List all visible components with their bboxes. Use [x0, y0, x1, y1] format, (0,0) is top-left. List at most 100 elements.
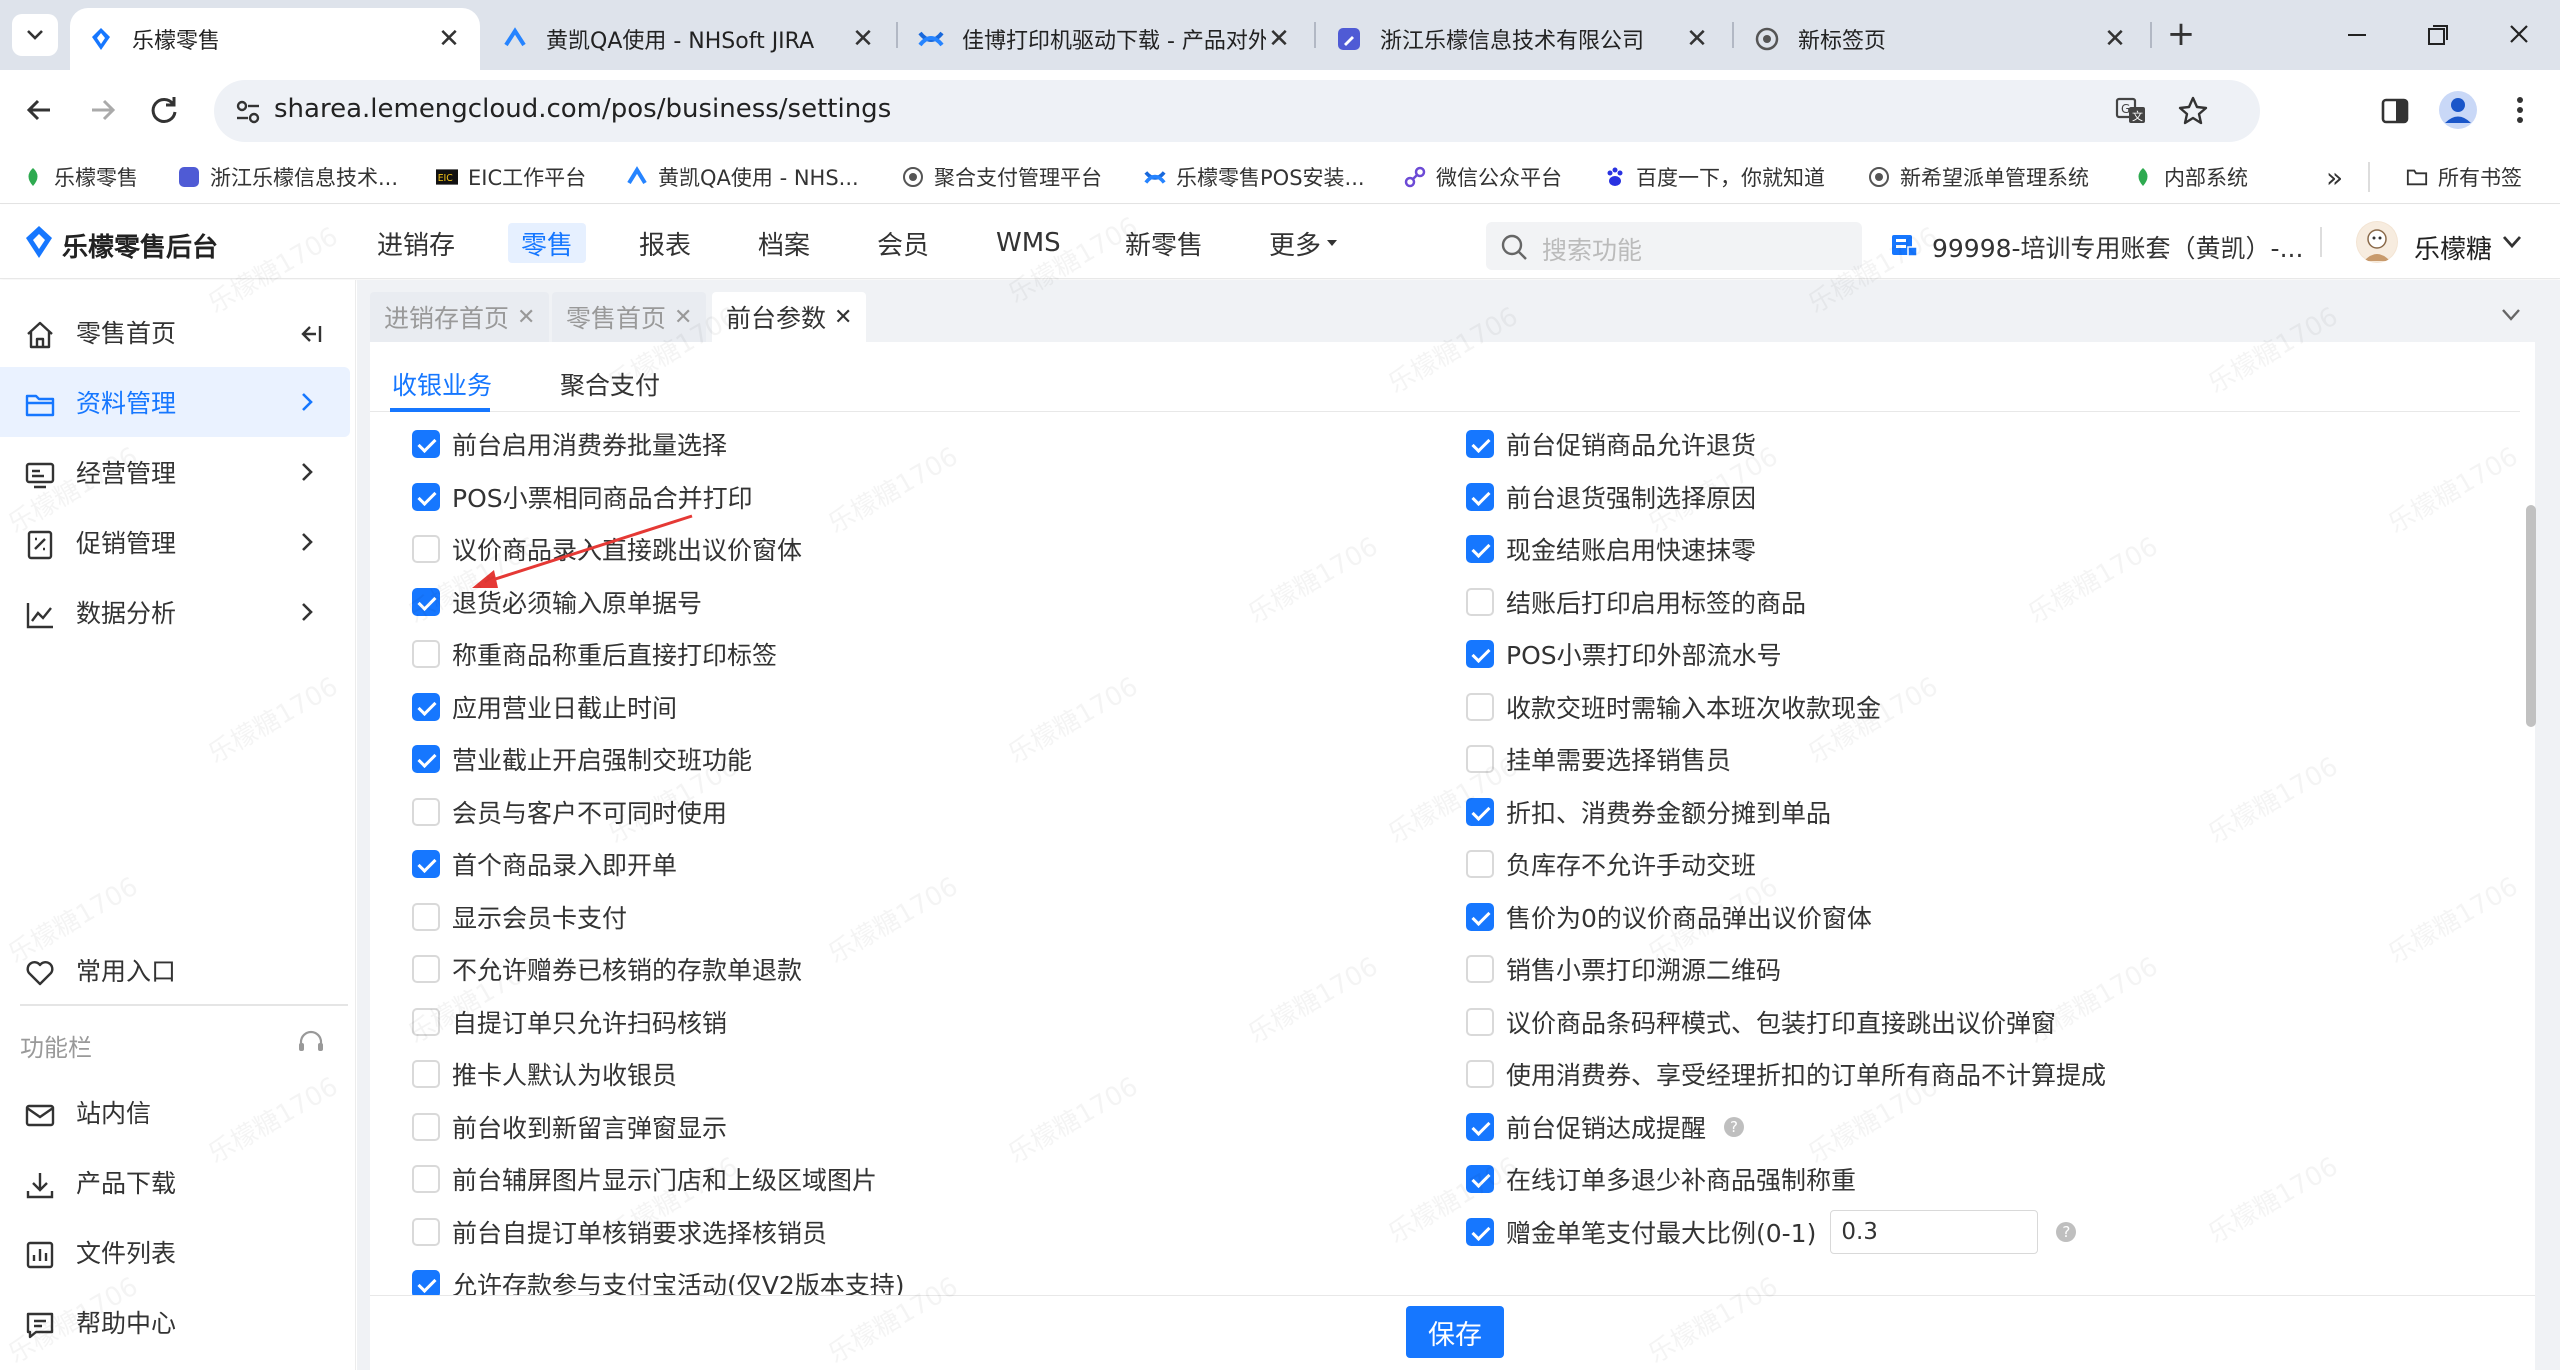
- checkbox-checked[interactable]: [1466, 640, 1494, 668]
- option-row[interactable]: 首个商品录入即开单: [412, 844, 677, 884]
- bookmark-wechat[interactable]: 微信公众平台: [1404, 158, 1562, 196]
- sidebar-item-retail-home[interactable]: 零售首页: [0, 297, 350, 367]
- user-avatar[interactable]: [2356, 221, 2398, 263]
- checkbox-unchecked[interactable]: [412, 535, 440, 563]
- translate-icon[interactable]: G文: [2114, 94, 2148, 128]
- checkbox-checked[interactable]: [1466, 430, 1494, 458]
- nav-archives[interactable]: 档案: [745, 223, 823, 263]
- tab-jira[interactable]: 黄凯QA使用 - NHSoft JIRA ✕: [484, 8, 894, 70]
- option-row[interactable]: 称重商品称重后直接打印标签: [412, 634, 777, 674]
- new-tab-button[interactable]: +: [2160, 14, 2202, 56]
- checkbox-checked[interactable]: [412, 1270, 440, 1298]
- tab-search-button[interactable]: [12, 14, 58, 56]
- option-row[interactable]: 自提订单只允许扫码核销: [412, 1002, 727, 1042]
- site-info-icon[interactable]: [234, 98, 262, 126]
- sidebar-tool-help[interactable]: 帮助中心: [0, 1287, 350, 1357]
- scrollbar-thumb[interactable]: [2526, 505, 2536, 727]
- option-row[interactable]: 议价商品条码秤模式、包装打印直接跳出议价弹窗: [1466, 1002, 2056, 1042]
- page-tab-retail-home[interactable]: 零售首页 ✕: [552, 292, 707, 342]
- side-panel-icon[interactable]: [2378, 94, 2412, 128]
- checkbox-checked[interactable]: [1466, 1112, 1494, 1141]
- tab-printer-driver[interactable]: 佳博打印机驱动下载 - 产品对外 ✕: [900, 8, 1310, 70]
- option-row[interactable]: 在线订单多退少补商品强制称重: [1466, 1159, 1856, 1199]
- checkbox-checked[interactable]: [1466, 535, 1494, 563]
- nav-new-retail[interactable]: 新零售: [1112, 223, 1216, 263]
- close-icon[interactable]: ✕: [834, 305, 852, 330]
- account-selector[interactable]: 99998-培训专用账套（黄凯）-...: [1932, 229, 2303, 265]
- checkbox-unchecked[interactable]: [412, 1112, 440, 1141]
- nav-members[interactable]: 会员: [864, 223, 942, 263]
- checkbox-unchecked[interactable]: [412, 797, 440, 826]
- function-search-input[interactable]: 搜索功能: [1486, 222, 1862, 270]
- reload-button[interactable]: [144, 90, 184, 130]
- bookmark-eic[interactable]: EIC EIC工作平台: [436, 158, 586, 196]
- nav-inventory[interactable]: 进销存: [364, 223, 468, 263]
- option-row[interactable]: 推卡人默认为收银员: [412, 1054, 677, 1094]
- checkbox-checked[interactable]: [412, 745, 440, 773]
- nav-more[interactable]: 更多: [1256, 223, 1352, 263]
- checkbox-unchecked[interactable]: [1466, 587, 1494, 616]
- bookmark-jira[interactable]: 黄凯QA使用 - NHS...: [626, 158, 859, 196]
- close-icon[interactable]: ✕: [1266, 24, 1292, 54]
- restore-button[interactable]: [2414, 20, 2460, 50]
- sidebar-item-data-management[interactable]: 资料管理: [0, 367, 350, 437]
- bookmark-payment[interactable]: 聚合支付管理平台: [902, 158, 1102, 196]
- save-button[interactable]: 保存: [1406, 1306, 1504, 1358]
- back-button[interactable]: [20, 90, 60, 130]
- checkbox-unchecked[interactable]: [412, 955, 440, 983]
- close-icon[interactable]: ✕: [850, 24, 876, 54]
- sidebar-tool-messages[interactable]: 站内信: [0, 1077, 350, 1147]
- checkbox-checked[interactable]: [1466, 1165, 1494, 1193]
- tab-cashier-business[interactable]: 收银业务: [392, 366, 492, 402]
- bookmark-xinxiwang[interactable]: 新希望派单管理系统: [1868, 158, 2089, 196]
- nav-wms[interactable]: WMS: [983, 223, 1074, 263]
- checkbox-unchecked[interactable]: [412, 1165, 440, 1193]
- all-bookmarks-button[interactable]: 所有书签: [2406, 158, 2522, 196]
- option-row[interactable]: 折扣、消费券金额分摊到单品: [1466, 792, 1831, 832]
- option-row[interactable]: 前台退货强制选择原因: [1466, 477, 1756, 517]
- checkbox-unchecked[interactable]: [1466, 1007, 1494, 1036]
- checkbox-unchecked[interactable]: [1466, 692, 1494, 721]
- sidebar-item-operations[interactable]: 经营管理: [0, 437, 350, 507]
- option-row[interactable]: 现金结账启用快速抹零: [1466, 529, 1756, 569]
- bookmark-star-icon[interactable]: [2176, 94, 2210, 128]
- option-row[interactable]: 前台促销达成提醒?: [1466, 1107, 1745, 1147]
- checkbox-unchecked[interactable]: [1466, 1060, 1494, 1088]
- option-row[interactable]: 赠金单笔支付最大比例(0-1)?: [1466, 1209, 2077, 1254]
- collapse-sidebar-icon[interactable]: [298, 321, 324, 347]
- browser-menu-icon[interactable]: [2508, 92, 2532, 128]
- page-tab-inventory-home[interactable]: 进销存首页 ✕: [370, 292, 550, 342]
- ratio-input[interactable]: [1830, 1209, 2039, 1254]
- checkbox-unchecked[interactable]: [412, 1060, 440, 1088]
- checkbox-unchecked[interactable]: [412, 1217, 440, 1246]
- option-row[interactable]: 销售小票打印溯源二维码: [1466, 949, 1781, 989]
- bookmarks-overflow-button[interactable]: »: [2326, 158, 2343, 196]
- close-icon[interactable]: ✕: [2102, 24, 2128, 54]
- close-icon[interactable]: ✕: [436, 24, 462, 54]
- address-bar[interactable]: sharea.lemengcloud.com/pos/business/sett…: [214, 80, 2260, 142]
- help-tooltip-icon[interactable]: ?: [2056, 1221, 2077, 1242]
- tab-new-tab[interactable]: 新标签页 ✕: [1736, 8, 2146, 70]
- option-row[interactable]: 收款交班时需输入本班次收款现金: [1466, 687, 1881, 727]
- minimize-button[interactable]: [2334, 20, 2380, 50]
- checkbox-checked[interactable]: [1466, 482, 1494, 511]
- checkbox-unchecked[interactable]: [412, 640, 440, 668]
- nav-reports[interactable]: 报表: [626, 223, 704, 263]
- tab-lemeng-retail[interactable]: 乐檬零售 ✕: [70, 8, 480, 70]
- checkbox-checked[interactable]: [1466, 902, 1494, 931]
- chevron-down-icon[interactable]: [2501, 308, 2521, 322]
- nav-retail[interactable]: 零售: [508, 223, 587, 263]
- option-row[interactable]: 营业截止开启强制交班功能: [412, 739, 752, 779]
- headset-icon[interactable]: [296, 1028, 326, 1058]
- help-tooltip-icon[interactable]: ?: [1724, 1116, 1745, 1137]
- close-icon[interactable]: ✕: [1684, 24, 1710, 54]
- option-row[interactable]: 显示会员卡支付: [412, 897, 627, 937]
- option-row[interactable]: 会员与客户不可同时使用: [412, 792, 727, 832]
- checkbox-checked[interactable]: [412, 587, 440, 616]
- option-row[interactable]: 前台自提订单核销要求选择核销员: [412, 1212, 827, 1252]
- checkbox-unchecked[interactable]: [412, 1007, 440, 1036]
- checkbox-checked[interactable]: [412, 430, 440, 458]
- sidebar-item-promotion[interactable]: 促销管理: [0, 507, 350, 577]
- favorites-entry[interactable]: 常用入口: [0, 935, 350, 1005]
- forward-button[interactable]: [82, 90, 122, 130]
